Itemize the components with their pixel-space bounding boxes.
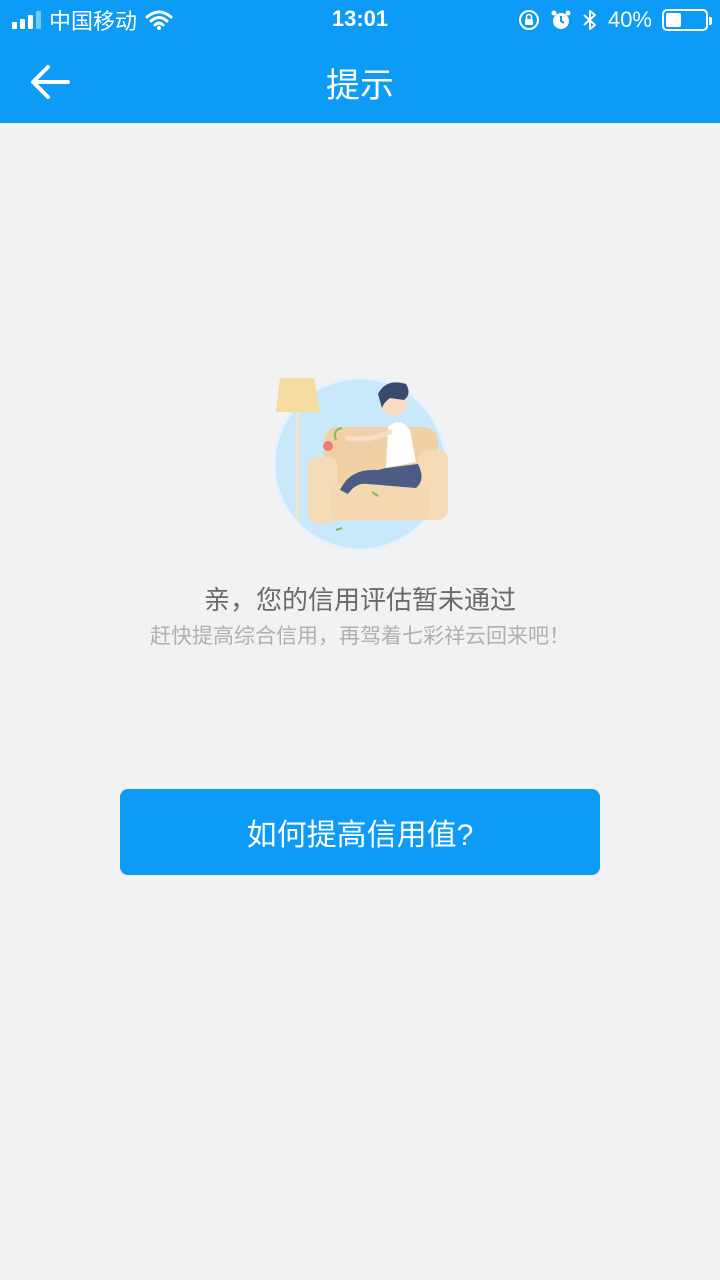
message-title: 亲，您的信用评估暂未通过 (203, 585, 516, 615)
improve-credit-button[interactable]: 如何提高信用值? (120, 789, 600, 875)
alarm-icon (551, 10, 571, 29)
status-bar: 中国移动 13:01 40% (0, 0, 720, 40)
nav-bar: 提示 (0, 40, 720, 123)
person-on-sofa-illustration (272, 376, 448, 552)
battery-percent: 40% (607, 7, 652, 32)
bluetooth-icon (583, 10, 596, 30)
battery-fill (666, 13, 681, 27)
page-title: 提示 (326, 67, 394, 105)
battery-icon (662, 9, 712, 31)
rotation-lock-icon (518, 10, 539, 30)
message-subtitle: 赶快提高综合信用，再驾着七彩祥云回来吧！ (150, 625, 570, 648)
status-right: 40% (518, 6, 712, 34)
